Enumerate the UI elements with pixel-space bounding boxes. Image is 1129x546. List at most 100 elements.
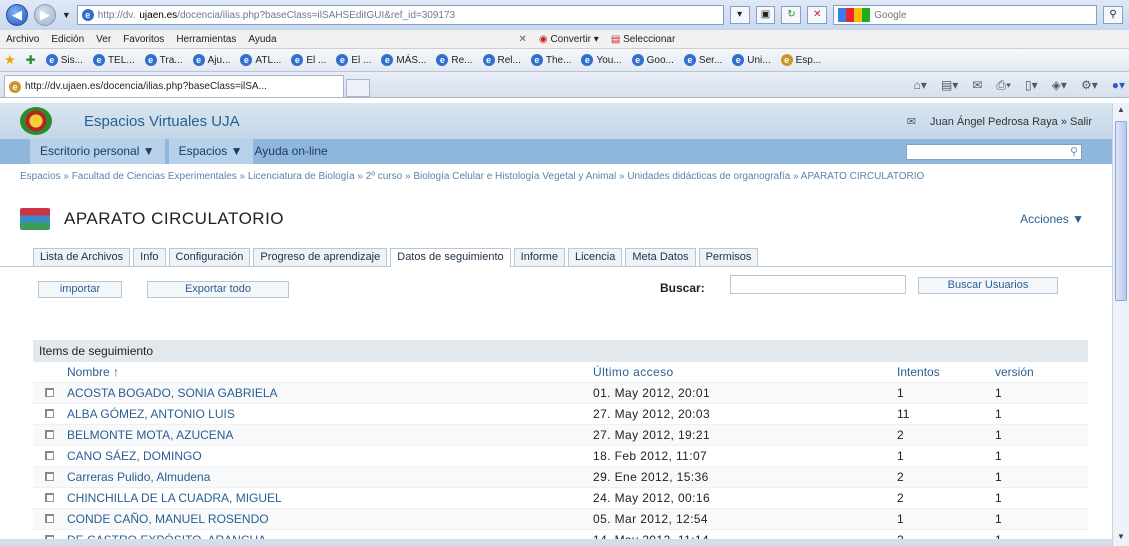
- acciones-menu[interactable]: Acciones ▼: [1020, 212, 1084, 226]
- browser-tab[interactable]: e http://dv.ujaen.es/docencia/ilias.php?…: [4, 75, 344, 97]
- favorite-link[interactable]: e Rel...: [482, 54, 521, 66]
- dropdown-icon[interactable]: ▼: [62, 10, 71, 20]
- buscar-usuarios-button[interactable]: Buscar Usuarios: [918, 277, 1058, 294]
- favorite-link[interactable]: e Re...: [436, 54, 473, 66]
- favorite-link[interactable]: e Aju...: [192, 54, 231, 66]
- menu-archivo[interactable]: Archivo: [6, 34, 39, 45]
- tools-gear-icon[interactable]: ⚙▾: [1081, 78, 1098, 93]
- cell-nombre[interactable]: ACOSTA BOGADO, SONIA GABRIELA: [67, 386, 593, 400]
- scroll-thumb[interactable]: [1115, 121, 1127, 301]
- tab-lista-archivos[interactable]: Lista de Archivos: [33, 248, 131, 266]
- nav-search-input[interactable]: ⚲: [906, 143, 1082, 160]
- print-icon[interactable]: ⎙▾: [996, 78, 1011, 93]
- favorite-link[interactable]: e Uni...: [732, 54, 771, 66]
- header-nombre[interactable]: Nombre ↑: [67, 365, 593, 379]
- row-checkbox[interactable]: [45, 451, 54, 460]
- user-area: ✉ Juan Ángel Pedrosa Raya » Salir: [907, 115, 1092, 129]
- header-spacer: [33, 365, 67, 379]
- search-button[interactable]: ⚲: [1103, 6, 1123, 24]
- cell-intentos: 2: [897, 428, 904, 442]
- cell-nombre[interactable]: CANO SÁEZ, DOMINGO: [67, 449, 593, 463]
- menu-ver[interactable]: Ver: [96, 34, 111, 45]
- cell-nombre[interactable]: Carreras Pulido, Almudena: [67, 470, 593, 484]
- favorite-link[interactable]: e Goo...: [631, 54, 674, 66]
- feeds-icon[interactable]: ▤▾: [941, 78, 958, 93]
- back-button[interactable]: ◀: [6, 4, 28, 26]
- cell-version: 1: [995, 407, 1002, 421]
- user-logout-link[interactable]: Juan Ángel Pedrosa Raya » Salir: [930, 116, 1092, 128]
- safety-icon[interactable]: ◈▾: [1052, 78, 1067, 93]
- favorite-link[interactable]: e Tra...: [144, 54, 183, 66]
- favorite-link[interactable]: e Esp...: [780, 54, 821, 66]
- scroll-down-icon[interactable]: ▼: [1115, 532, 1127, 544]
- menu-herramientas[interactable]: Herramientas: [176, 34, 236, 45]
- cell-nombre[interactable]: CONDE CAÑO, MANUEL ROSENDO: [67, 512, 593, 526]
- row-checkbox[interactable]: [45, 409, 54, 418]
- nav-espacios[interactable]: Espacios ▼: [168, 139, 253, 164]
- home-icon[interactable]: ⌂▾: [914, 78, 927, 93]
- favorite-link[interactable]: e You...: [581, 54, 622, 66]
- tab-info[interactable]: Info: [133, 248, 166, 266]
- row-checkbox[interactable]: [45, 472, 54, 481]
- cell-nombre[interactable]: ALBA GÓMEZ, ANTONIO LUIS: [67, 407, 593, 421]
- favorite-link[interactable]: e The...: [530, 54, 571, 66]
- search-box[interactable]: Google: [833, 5, 1098, 25]
- ie-icon: e: [381, 54, 394, 66]
- exportar-todo-button[interactable]: Exportar todo: [147, 280, 289, 298]
- seleccionar-button[interactable]: ▤ Seleccionar: [611, 34, 676, 45]
- nav-escritorio[interactable]: Escritorio personal ▼: [30, 139, 165, 164]
- tab-configuracion[interactable]: Configuración: [168, 248, 251, 266]
- cell-nombre[interactable]: CHINCHILLA DE LA CUADRA, MIGUEL: [67, 491, 593, 505]
- tab-meta-datos[interactable]: Meta Datos: [625, 248, 696, 266]
- favorite-link[interactable]: e El ...: [336, 54, 371, 66]
- site-title[interactable]: Espacios Virtuales UJA: [84, 113, 240, 130]
- favorite-link[interactable]: e El ...: [291, 54, 326, 66]
- compat-view-icon[interactable]: ▣: [755, 6, 776, 24]
- search-icon[interactable]: ⚲: [1070, 145, 1078, 158]
- favorite-link[interactable]: e MÁS...: [381, 54, 426, 66]
- favorites-star-icon[interactable]: ★: [4, 52, 16, 68]
- tab-permisos[interactable]: Permisos: [698, 248, 759, 266]
- mail-icon[interactable]: ✉: [972, 78, 982, 93]
- header-ultimo-acceso[interactable]: Último acceso: [593, 365, 897, 379]
- convertir-button[interactable]: ◉ Convertir ▾: [539, 34, 599, 45]
- favorite-label: Aju...: [207, 54, 231, 66]
- header-version[interactable]: versión: [995, 365, 1075, 379]
- menu-ayuda[interactable]: Ayuda: [248, 34, 276, 45]
- row-checkbox[interactable]: [45, 493, 54, 502]
- tab-licencia[interactable]: Licencia: [567, 248, 623, 266]
- mail-icon[interactable]: ✉: [907, 115, 916, 128]
- vertical-scrollbar[interactable]: ▲ ▼: [1112, 103, 1129, 546]
- close-toolbar-icon[interactable]: ✕: [519, 34, 527, 45]
- importar-button[interactable]: importar: [38, 280, 122, 298]
- header-intentos[interactable]: Intentos: [897, 365, 995, 379]
- books-icon: [20, 208, 50, 230]
- favorite-link[interactable]: e ATL...: [240, 54, 281, 66]
- breadcrumb[interactable]: Espacios » Facultad de Ciencias Experime…: [0, 164, 1060, 182]
- stop-icon[interactable]: ✕: [807, 6, 828, 24]
- menu-favoritos[interactable]: Favoritos: [123, 34, 164, 45]
- refresh-icon[interactable]: ↻: [781, 6, 802, 24]
- help-icon[interactable]: ●▾: [1112, 78, 1125, 93]
- row-checkbox[interactable]: [45, 514, 54, 523]
- university-logo[interactable]: [20, 107, 52, 135]
- forward-button[interactable]: ▶: [33, 4, 56, 26]
- add-favorite-icon[interactable]: ✚: [26, 53, 36, 67]
- url-dropdown-button[interactable]: ▾: [729, 6, 750, 24]
- favorite-link[interactable]: e Sis...: [45, 54, 83, 66]
- url-field[interactable]: e http://dv. ujaen.es/docencia/ilias.php?…: [76, 5, 724, 25]
- nav-ayuda[interactable]: Ayuda on-line: [253, 139, 338, 164]
- menu-edicion[interactable]: Edición: [51, 34, 84, 45]
- row-checkbox[interactable]: [45, 388, 54, 397]
- row-checkbox[interactable]: [45, 430, 54, 439]
- cell-nombre[interactable]: BELMONTE MOTA, AZUCENA: [67, 428, 593, 442]
- favorite-link[interactable]: e TEL...: [92, 54, 135, 66]
- tab-progreso[interactable]: Progreso de aprendizaje: [253, 248, 388, 266]
- scroll-up-icon[interactable]: ▲: [1115, 105, 1127, 117]
- buscar-input[interactable]: [730, 275, 906, 294]
- page-icon[interactable]: ▯▾: [1025, 78, 1038, 93]
- tab-datos-seguimiento[interactable]: Datos de seguimiento: [390, 248, 511, 267]
- favorite-link[interactable]: e Ser...: [683, 54, 722, 66]
- tab-informe[interactable]: Informe: [513, 248, 565, 266]
- new-tab-button[interactable]: [346, 79, 370, 97]
